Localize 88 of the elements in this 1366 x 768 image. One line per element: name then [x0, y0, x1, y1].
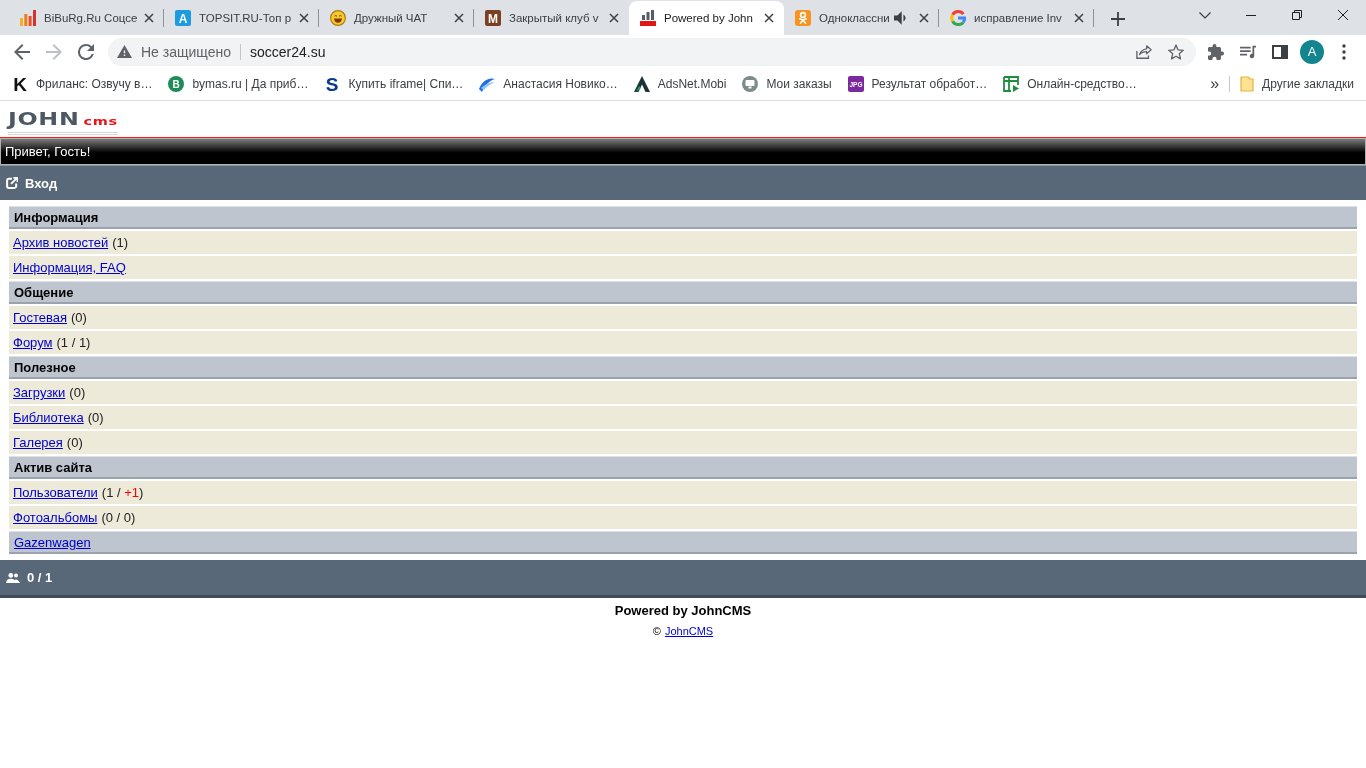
- menu-link[interactable]: Гостевая: [13, 310, 67, 325]
- menu-link[interactable]: Информация, FAQ: [13, 260, 126, 275]
- restore-icon: [1292, 10, 1302, 20]
- section-header: Общение: [9, 281, 1357, 304]
- menu-link[interactable]: Библиотека: [13, 410, 84, 425]
- menu-link[interactable]: Gazenwagen: [14, 534, 91, 550]
- bookmark-item[interactable]: AdsNet.Mobi: [625, 70, 735, 98]
- security-indicator[interactable]: Не защищено: [117, 43, 231, 60]
- playlist-icon: [1240, 43, 1256, 60]
- folder-icon: [1240, 76, 1255, 92]
- browser-tab[interactable]: Дружный ЧАТ: [319, 1, 474, 35]
- person-tile-icon: [795, 10, 811, 26]
- close-icon: [299, 13, 309, 23]
- browser-tab[interactable]: Одноклассни: [784, 1, 939, 35]
- item-count: (0): [87, 410, 104, 425]
- other-bookmarks-button[interactable]: Другие закладки: [1232, 70, 1362, 98]
- reload-icon: [78, 43, 94, 60]
- close-icon: [609, 13, 619, 23]
- item-count: (0): [66, 435, 83, 450]
- bookmarks-overflow-button[interactable]: »: [1202, 70, 1228, 98]
- item-count: (0 / 0): [101, 510, 136, 525]
- smiley-icon: [330, 10, 346, 26]
- greeting-text: Привет, Гость!: [5, 144, 91, 159]
- browser-tab[interactable]: исправление Inv: [939, 1, 1094, 35]
- bookmark-item[interactable]: K Фриланс: Озвучу в…: [4, 70, 161, 98]
- copyright-sign: ©: [652, 625, 661, 637]
- bookmark-item[interactable]: B bymas.ru | Да приб…: [160, 70, 317, 98]
- letter-disc-icon: B: [168, 76, 185, 92]
- menu-link[interactable]: Фотоальбомы: [13, 510, 98, 525]
- swoosh-icon: [479, 76, 496, 92]
- bookmark-item[interactable]: Онлайн-средство…: [995, 70, 1145, 98]
- menu-link[interactable]: Форум: [13, 335, 53, 350]
- browser-tab[interactable]: A TOPSIT.RU-Топ р: [164, 1, 319, 35]
- bar-chart-icon: [20, 10, 36, 26]
- letter-tile-icon: M: [485, 10, 501, 26]
- site-logo: JOHN cms: [8, 110, 118, 136]
- letter-icon: K: [12, 76, 28, 92]
- browser-tab[interactable]: BiBuRg.Ru Соцсе: [9, 1, 164, 35]
- monitor-icon: [742, 76, 759, 92]
- section-header: Полезное: [9, 356, 1357, 379]
- bookmark-item[interactable]: Анастасия Новико…: [471, 70, 626, 98]
- side-panel-icon: [1272, 43, 1288, 60]
- menu-link[interactable]: Галерея: [13, 435, 63, 450]
- menu-dots-icon: [1342, 43, 1346, 60]
- letter-icon: S: [324, 76, 341, 92]
- close-icon: [144, 13, 155, 23]
- close-icon: [1338, 10, 1348, 20]
- url-text[interactable]: soccer24.su: [250, 43, 326, 60]
- bookmark-item[interactable]: S Купить iframe| Спи…: [316, 70, 472, 98]
- warning-icon: [117, 45, 132, 58]
- triangle-logo-icon: [633, 76, 650, 92]
- back-arrow-icon: [14, 43, 30, 60]
- plus-icon: [1111, 11, 1125, 26]
- close-icon: [1074, 13, 1084, 23]
- users-icon: [6, 572, 20, 583]
- close-icon: [919, 13, 929, 23]
- share-icon: [1136, 43, 1152, 60]
- browser-tab[interactable]: M Закрытый клуб v: [474, 1, 629, 35]
- powered-by-text: Powered by JohnCMS: [614, 603, 752, 618]
- logo-icon: [640, 10, 656, 26]
- bookmark-item[interactable]: Мои заказы: [734, 70, 840, 98]
- item-count: (1 / +1): [101, 485, 144, 500]
- menu-link[interactable]: Загрузки: [13, 385, 66, 400]
- menu-link[interactable]: Пользователи: [13, 485, 98, 500]
- puzzle-icon: [1208, 43, 1224, 60]
- forward-arrow-icon: [46, 43, 62, 60]
- close-icon: [764, 13, 774, 23]
- spreadsheet-icon: [1003, 76, 1020, 92]
- star-icon: [1168, 43, 1184, 60]
- footer-link[interactable]: JohnCMS: [664, 625, 714, 637]
- close-icon: [454, 13, 464, 23]
- login-icon: [6, 177, 18, 189]
- profile-avatar[interactable]: A: [1300, 39, 1324, 64]
- item-count: (1): [112, 235, 129, 250]
- section-header: Информация: [9, 206, 1357, 229]
- item-count: (0): [69, 385, 86, 400]
- minimize-icon: [1246, 14, 1256, 16]
- address-bar[interactable]: Не защищено soccer24.su: [108, 37, 1196, 66]
- login-link[interactable]: Вход: [6, 175, 58, 191]
- g-logo-icon: [950, 10, 966, 26]
- item-count: (1 / 1): [56, 335, 91, 350]
- chevron-down-icon: [1199, 11, 1211, 19]
- browser-tab[interactable]: Powered by John: [629, 1, 784, 35]
- section-header: Актив сайта: [9, 456, 1357, 479]
- online-link[interactable]: 0 / 1: [6, 570, 53, 585]
- menu-link[interactable]: Архив новостей: [13, 235, 109, 250]
- item-count: (0): [70, 310, 87, 325]
- letter-tile-icon: A: [175, 10, 191, 26]
